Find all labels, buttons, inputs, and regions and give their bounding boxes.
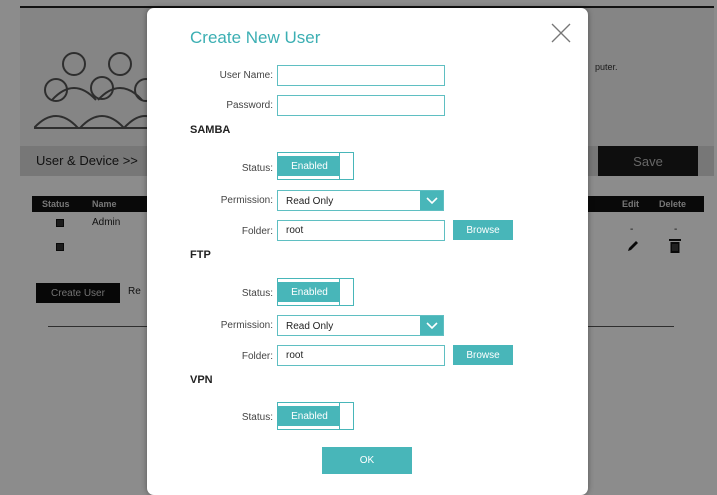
close-icon[interactable] (550, 22, 572, 44)
samba-folder-input[interactable]: root (277, 220, 445, 241)
username-label: User Name: (219, 70, 273, 81)
samba-status-label: Status: (241, 163, 273, 174)
samba-folder-label: Folder: (241, 226, 273, 237)
samba-browse-button[interactable]: Browse (453, 220, 513, 240)
ftp-permission-value: Read Only (286, 321, 334, 332)
ftp-status-value: Enabled (278, 282, 341, 302)
vpn-status-toggle[interactable]: Enabled (277, 402, 354, 430)
ftp-folder-input[interactable]: root (277, 345, 445, 366)
samba-permission-select[interactable]: Read Only (277, 190, 444, 211)
chevron-down-icon (420, 316, 443, 335)
toggle-knob (339, 279, 353, 305)
password-input[interactable] (277, 95, 445, 116)
ftp-folder-label: Folder: (241, 351, 273, 362)
samba-status-value: Enabled (278, 156, 341, 176)
ftp-status-toggle[interactable]: Enabled (277, 278, 354, 306)
samba-status-toggle[interactable]: Enabled (277, 152, 354, 180)
vpn-status-label: Status: (241, 412, 273, 423)
samba-heading: SAMBA (190, 124, 231, 136)
toggle-knob (339, 403, 353, 429)
ftp-permission-label: Permission: (220, 320, 273, 331)
chevron-down-icon (420, 191, 443, 210)
samba-permission-value: Read Only (286, 196, 334, 207)
username-input[interactable] (277, 65, 445, 86)
vpn-heading: VPN (190, 374, 213, 386)
toggle-knob (339, 153, 353, 179)
ok-button[interactable]: OK (322, 447, 412, 474)
dialog-title: Create New User (190, 28, 321, 47)
create-user-dialog: Create New User User Name: Password: SAM… (147, 8, 588, 495)
ftp-heading: FTP (190, 249, 211, 261)
password-label: Password: (226, 100, 273, 111)
ftp-browse-button[interactable]: Browse (453, 345, 513, 365)
samba-permission-label: Permission: (220, 195, 273, 206)
vpn-status-value: Enabled (278, 406, 341, 426)
ftp-status-label: Status: (241, 288, 273, 299)
ftp-permission-select[interactable]: Read Only (277, 315, 444, 336)
